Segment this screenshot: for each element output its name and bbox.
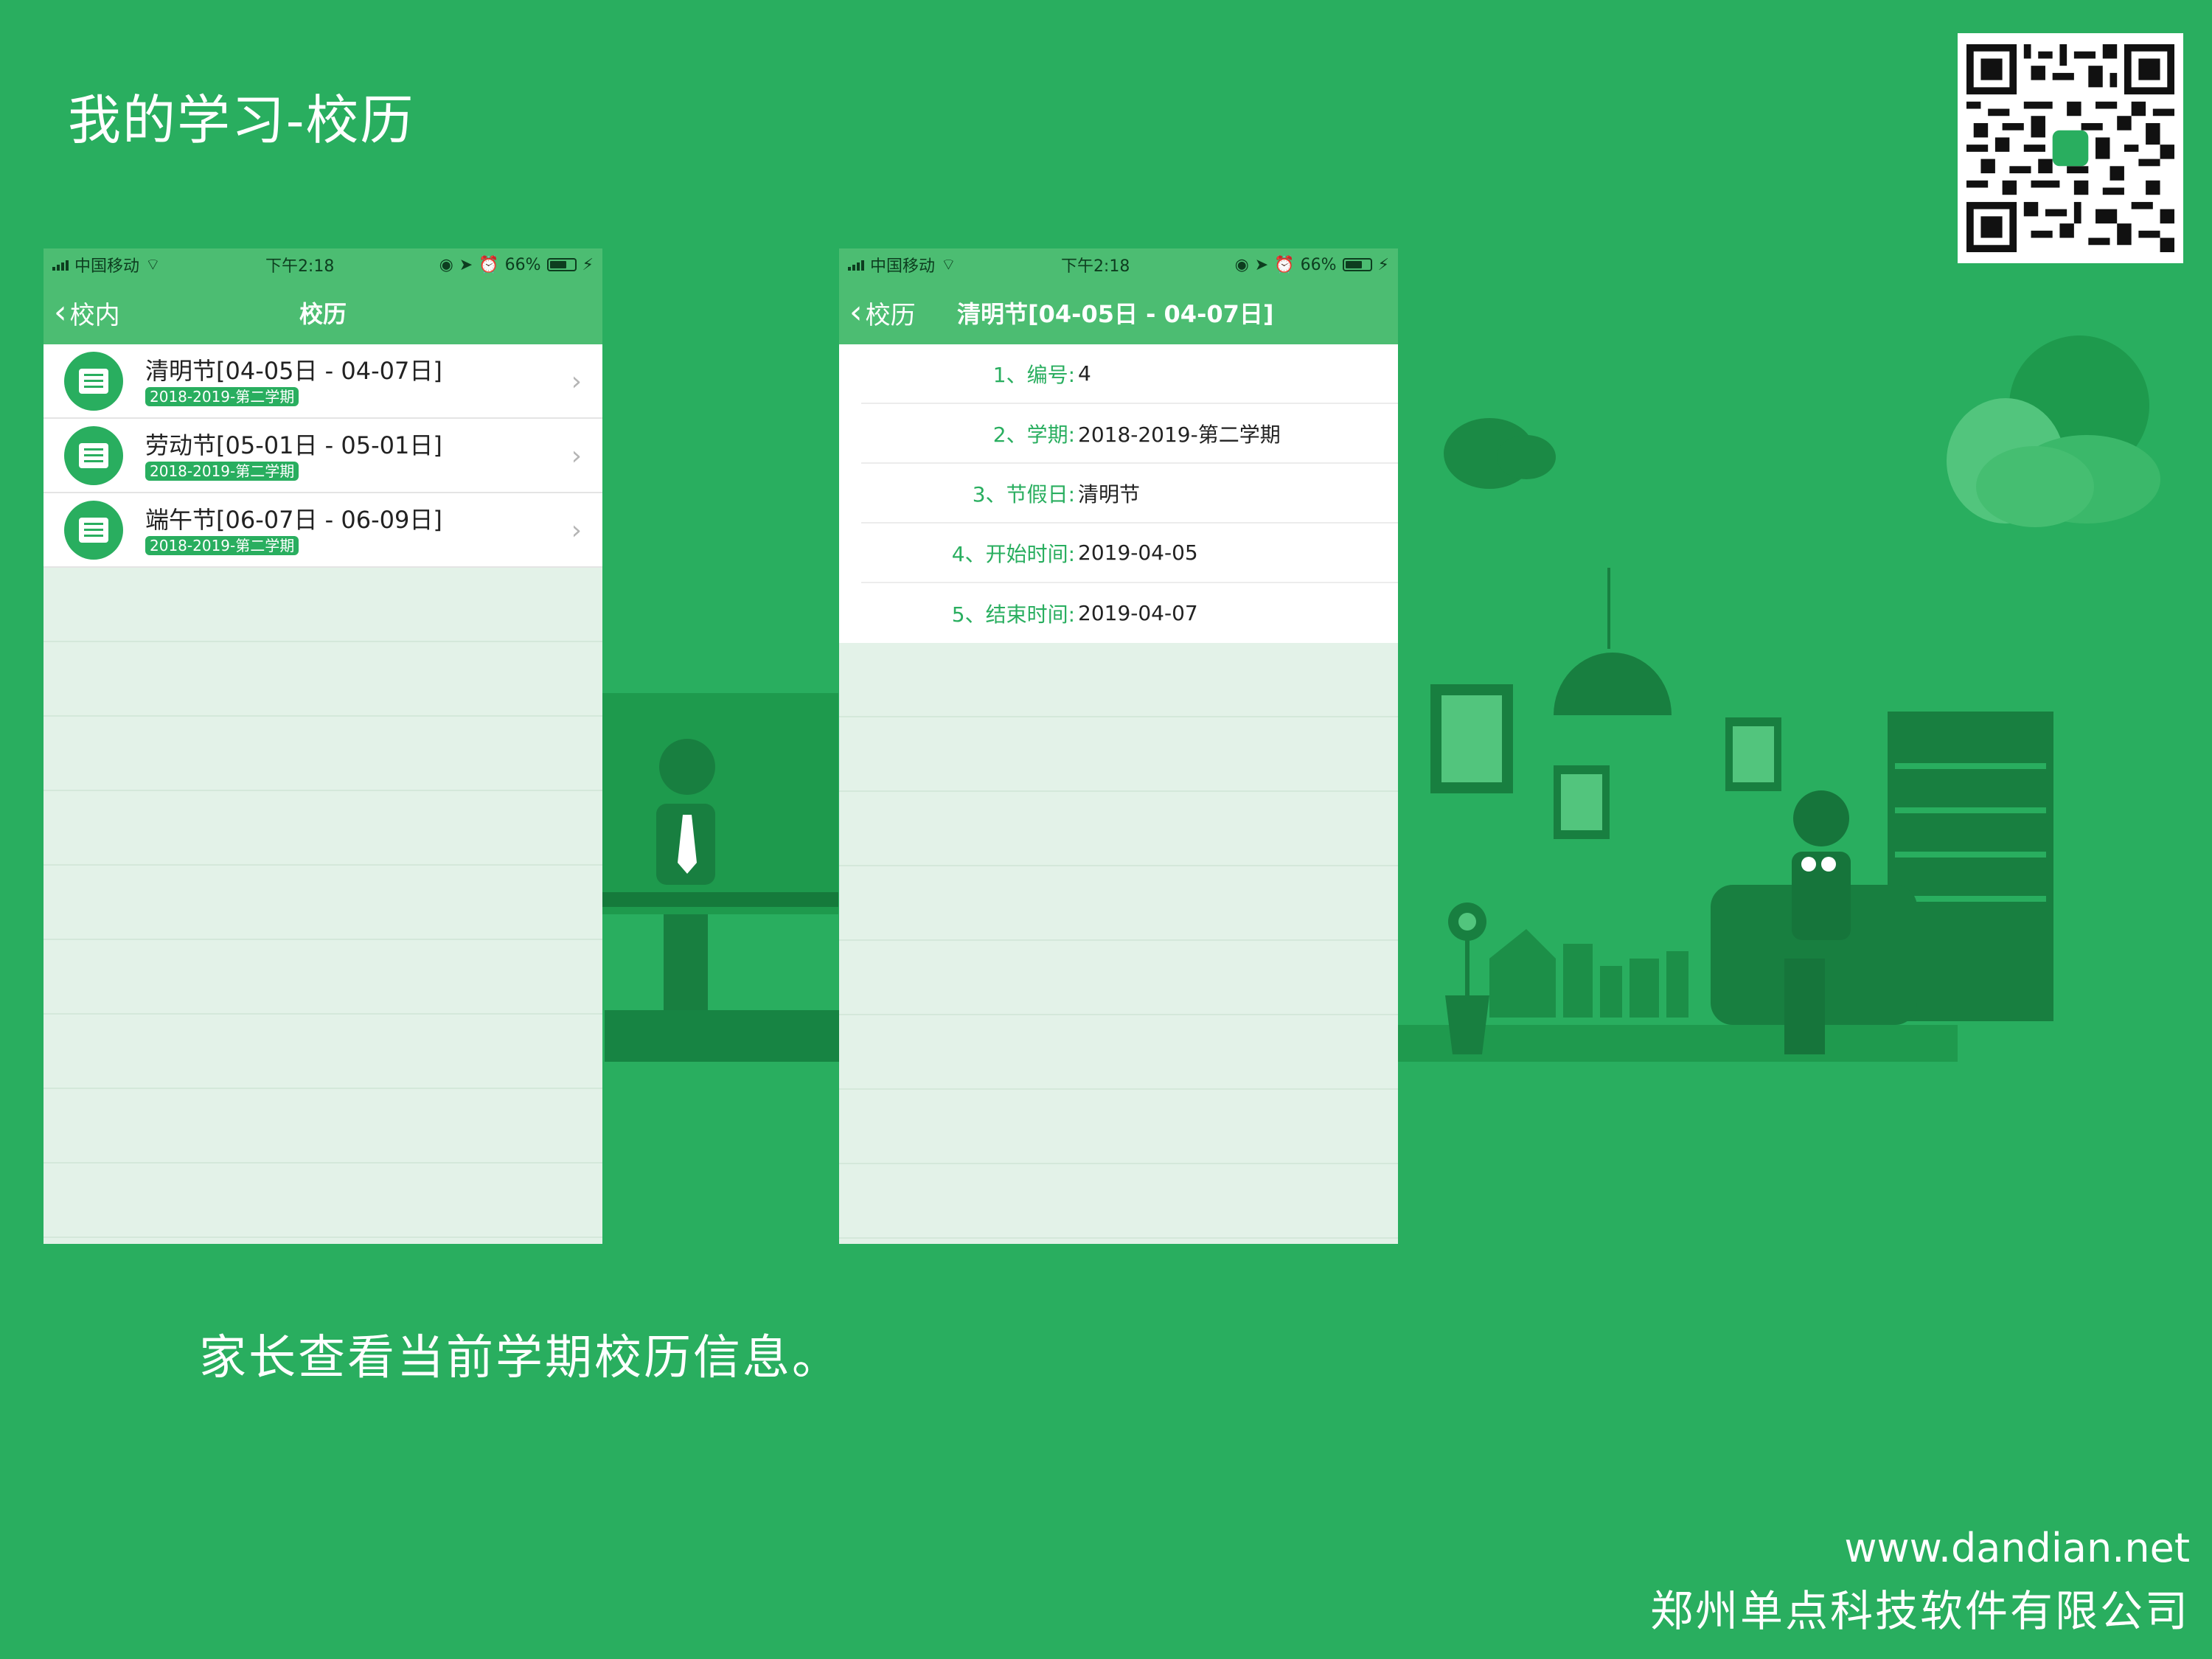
field-label: 1、编号:	[992, 362, 1075, 387]
term-badge: 2018-2019-第二学期	[145, 386, 299, 406]
carrier-label: 中国移动	[870, 257, 936, 276]
qr-code-icon	[1966, 44, 2174, 252]
term-badge: 2018-2019-第二学期	[145, 461, 299, 481]
chevron-right-icon: ›	[571, 441, 582, 471]
chevron-right-icon: ›	[571, 366, 582, 397]
detail-row: 5、结束时间: 2019-04-07	[861, 583, 1398, 643]
term-badge: 2018-2019-第二学期	[145, 535, 299, 555]
field-label: 5、结束时间:	[951, 602, 1075, 627]
detail-row: 3、节假日: 清明节	[861, 464, 1398, 524]
item-title: 清明节[04-05日 - 04-07日]	[145, 356, 442, 385]
nav-title: 清明节[04-05日 - 04-07日]	[957, 300, 1274, 328]
list-item[interactable]: 端午节[06-07日 - 06-09日] 2018-2019-第二学期 ›	[44, 493, 602, 568]
empty-area	[44, 568, 602, 1244]
item-title: 端午节[06-07日 - 06-09日]	[145, 505, 442, 534]
back-label: 校内	[69, 300, 120, 330]
field-label: 2、学期:	[992, 422, 1075, 447]
battery-icon	[546, 258, 577, 271]
wifi-icon: ⌔	[941, 256, 956, 274]
company-name: 郑州单点科技软件有限公司	[1649, 1586, 2190, 1636]
item-title: 劳动节[05-01日 - 05-01日]	[145, 431, 442, 459]
document-icon	[64, 500, 123, 560]
status-bar: 中国移动 ⌔ 下午2:18 ◉ ➤ ⏰ 66% ⚡	[839, 248, 1398, 281]
alarm-icon: ⏰	[1274, 255, 1295, 274]
calendar-list: 清明节[04-05日 - 04-07日] 2018-2019-第二学期 › 劳动…	[44, 344, 602, 568]
wifi-icon: ⌔	[145, 256, 161, 274]
website-link[interactable]: www.dandian.net	[1844, 1525, 2190, 1571]
battery-percent: 66%	[1300, 255, 1337, 274]
document-icon	[64, 351, 123, 411]
field-value: 2019-04-05	[1078, 540, 1198, 565]
charging-icon: ⚡	[1377, 255, 1389, 274]
nav-bar: ‹ 校历 清明节[04-05日 - 04-07日]	[839, 281, 1398, 344]
location-icon: ➤	[1254, 255, 1269, 274]
field-value: 2019-04-07	[1078, 601, 1198, 625]
list-item[interactable]: 清明节[04-05日 - 04-07日] 2018-2019-第二学期 ›	[44, 344, 602, 419]
document-icon	[64, 425, 123, 485]
qr-code[interactable]	[1958, 33, 2183, 263]
carrier-label: 中国移动	[74, 257, 140, 276]
page-title: 我的学习-校历	[68, 89, 415, 151]
back-button[interactable]: ‹ 校历	[849, 295, 916, 331]
lock-rotation-icon: ◉	[439, 255, 453, 274]
field-label: 4、开始时间:	[951, 541, 1075, 566]
empty-area	[839, 643, 1398, 1244]
list-item[interactable]: 劳动节[05-01日 - 05-01日] 2018-2019-第二学期 ›	[44, 419, 602, 493]
detail-row: 1、编号: 4	[861, 344, 1398, 404]
chevron-right-icon: ›	[571, 515, 582, 546]
signal-icon	[52, 259, 69, 271]
field-value: 4	[1078, 361, 1091, 386]
field-label: 3、节假日:	[972, 481, 1075, 507]
list-screen: 中国移动 ⌔ 下午2:18 ◉ ➤ ⏰ 66% ⚡ ‹ 校内 校历 清明节[04…	[44, 248, 602, 1244]
nav-bar: ‹ 校内 校历	[44, 281, 602, 344]
status-time: 下午2:18	[265, 257, 335, 276]
chevron-left-icon: ‹	[849, 293, 863, 331]
detail-screen: 中国移动 ⌔ 下午2:18 ◉ ➤ ⏰ 66% ⚡ ‹ 校历 清明节[04-05…	[839, 248, 1398, 1244]
alarm-icon: ⏰	[479, 255, 499, 274]
field-value: 2018-2019-第二学期	[1078, 422, 1281, 447]
status-bar: 中国移动 ⌔ 下午2:18 ◉ ➤ ⏰ 66% ⚡	[44, 248, 602, 281]
signal-icon	[848, 259, 864, 271]
detail-list: 1、编号: 4 2、学期: 2018-2019-第二学期 3、节假日: 清明节 …	[839, 344, 1398, 643]
location-icon: ➤	[459, 255, 473, 274]
lock-rotation-icon: ◉	[1234, 255, 1249, 274]
detail-row: 4、开始时间: 2019-04-05	[861, 524, 1398, 583]
field-value: 清明节	[1078, 481, 1141, 507]
charging-icon: ⚡	[582, 255, 594, 274]
nav-title: 校历	[299, 300, 347, 328]
slide-caption: 家长查看当前学期校历信息。	[199, 1331, 841, 1385]
status-time: 下午2:18	[1060, 257, 1130, 276]
battery-percent: 66%	[504, 255, 541, 274]
battery-icon	[1342, 258, 1372, 271]
back-label: 校历	[865, 300, 916, 330]
detail-row: 2、学期: 2018-2019-第二学期	[861, 404, 1398, 464]
back-button[interactable]: ‹ 校内	[54, 295, 120, 331]
chevron-left-icon: ‹	[54, 293, 67, 331]
